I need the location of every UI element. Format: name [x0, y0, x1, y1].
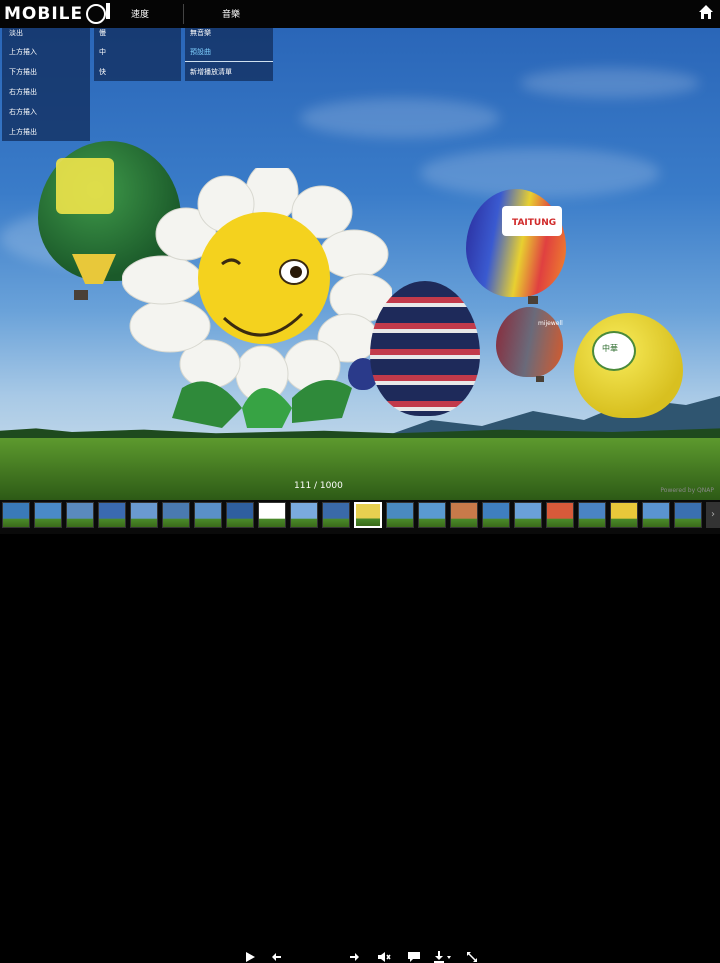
filmstrip-thumbnail[interactable]: [546, 502, 574, 528]
speed-option-slow[interactable]: 慢: [99, 28, 106, 38]
music-menu: 無音樂 預設曲 新增播放清單: [185, 28, 273, 81]
fullscreen-icon[interactable]: [466, 951, 478, 963]
filmstrip-thumbnail[interactable]: [418, 502, 446, 528]
comment-icon[interactable]: [407, 951, 421, 963]
filmstrip-thumbnail[interactable]: [162, 502, 190, 528]
filmstrip-thumbnail[interactable]: [194, 502, 222, 528]
transition-option-bottom-out[interactable]: 下方捲出: [9, 67, 37, 77]
transition-menu: 淡出 上方捲入 下方捲出 右方捲出 右方捲入 上方捲出: [2, 28, 90, 141]
filmstrip-thumbnail[interactable]: [610, 502, 638, 528]
filmstrip-thumbnail[interactable]: [66, 502, 94, 528]
download-icon[interactable]: [433, 950, 453, 963]
mobile01-logo[interactable]: MOBILE: [4, 2, 111, 26]
filmstrip-thumbnail[interactable]: [514, 502, 542, 528]
speed-option-fast[interactable]: 快: [99, 67, 106, 77]
home-icon[interactable]: [698, 4, 714, 20]
green-balloon-yellow-panel: [56, 158, 114, 214]
filmstrip-thumbnail[interactable]: [322, 502, 350, 528]
transition-option-fade[interactable]: 淡出: [9, 28, 23, 38]
filmstrip-thumbnail[interactable]: [482, 502, 510, 528]
brand-text: mijewell: [538, 320, 563, 327]
speed-menu: 慢 中 快: [94, 28, 181, 81]
play-icon[interactable]: [244, 951, 256, 963]
filmstrip-thumbnail[interactable]: [642, 502, 670, 528]
transition-option-right-out[interactable]: 右方捲出: [9, 87, 37, 97]
striped-navy-balloon: [370, 281, 480, 416]
powered-by-label: Powered by QNAP: [660, 487, 714, 494]
slideshow-image[interactable]: TAITUNG mijewell 中華 淡出 上方捲入 下方捲出 右方捲出 右方…: [0, 28, 720, 500]
playback-controls: [0, 472, 720, 963]
filmstrip-thumbnail[interactable]: [386, 502, 414, 528]
previous-arrow-icon[interactable]: [272, 952, 282, 962]
filmstrip-thumbnail[interactable]: [578, 502, 606, 528]
mute-icon[interactable]: [377, 951, 391, 963]
next-arrow-icon[interactable]: [349, 952, 359, 962]
daisy-balloon: [121, 161, 395, 428]
filmstrip-thumbnail[interactable]: [130, 502, 158, 528]
music-option-none[interactable]: 無音樂: [190, 28, 211, 38]
transition-option-top-in[interactable]: 上方捲入: [9, 47, 37, 57]
speed-menu-button[interactable]: 速度: [131, 7, 149, 20]
filmstrip-thumbnail[interactable]: [226, 502, 254, 528]
green-balloon-basket: [74, 290, 88, 300]
filmstrip-thumbnail[interactable]: [34, 502, 62, 528]
thumbnail-filmstrip: ›: [0, 500, 720, 534]
music-option-default[interactable]: 預設曲: [190, 47, 211, 57]
yellow-balloon-text: 中華: [602, 344, 618, 353]
speed-option-medium[interactable]: 中: [99, 47, 106, 57]
music-menu-button[interactable]: 音樂: [222, 7, 240, 20]
filmstrip-thumbnail[interactable]: [2, 502, 30, 528]
taitung-balloon-basket: [528, 296, 538, 304]
filmstrip-next-icon[interactable]: ›: [706, 502, 720, 528]
transition-option-right-in[interactable]: 右方捲入: [9, 107, 37, 117]
top-bar: MOBILE 速度 音樂: [0, 0, 720, 28]
music-option-new-playlist[interactable]: 新增播放清單: [190, 67, 232, 77]
image-counter: 111 / 1000: [294, 481, 343, 491]
music-menu-divider: [185, 61, 273, 62]
taitung-text: TAITUNG: [512, 218, 557, 228]
filmstrip-thumbnail[interactable]: [674, 502, 702, 528]
red-balloon-basket: [536, 376, 544, 382]
logo-text: MOBILE: [4, 4, 84, 24]
filmstrip-thumbnail[interactable]: [258, 502, 286, 528]
logo-badge-icon: [86, 3, 111, 24]
filmstrip-thumbnail[interactable]: [354, 502, 382, 528]
filmstrip-thumbnail[interactable]: [98, 502, 126, 528]
filmstrip-thumbnail[interactable]: [450, 502, 478, 528]
transition-option-top-out[interactable]: 上方捲出: [9, 127, 37, 137]
menu-divider: [183, 4, 184, 24]
red-grey-balloon: [496, 307, 563, 377]
filmstrip-thumbnail[interactable]: [290, 502, 318, 528]
